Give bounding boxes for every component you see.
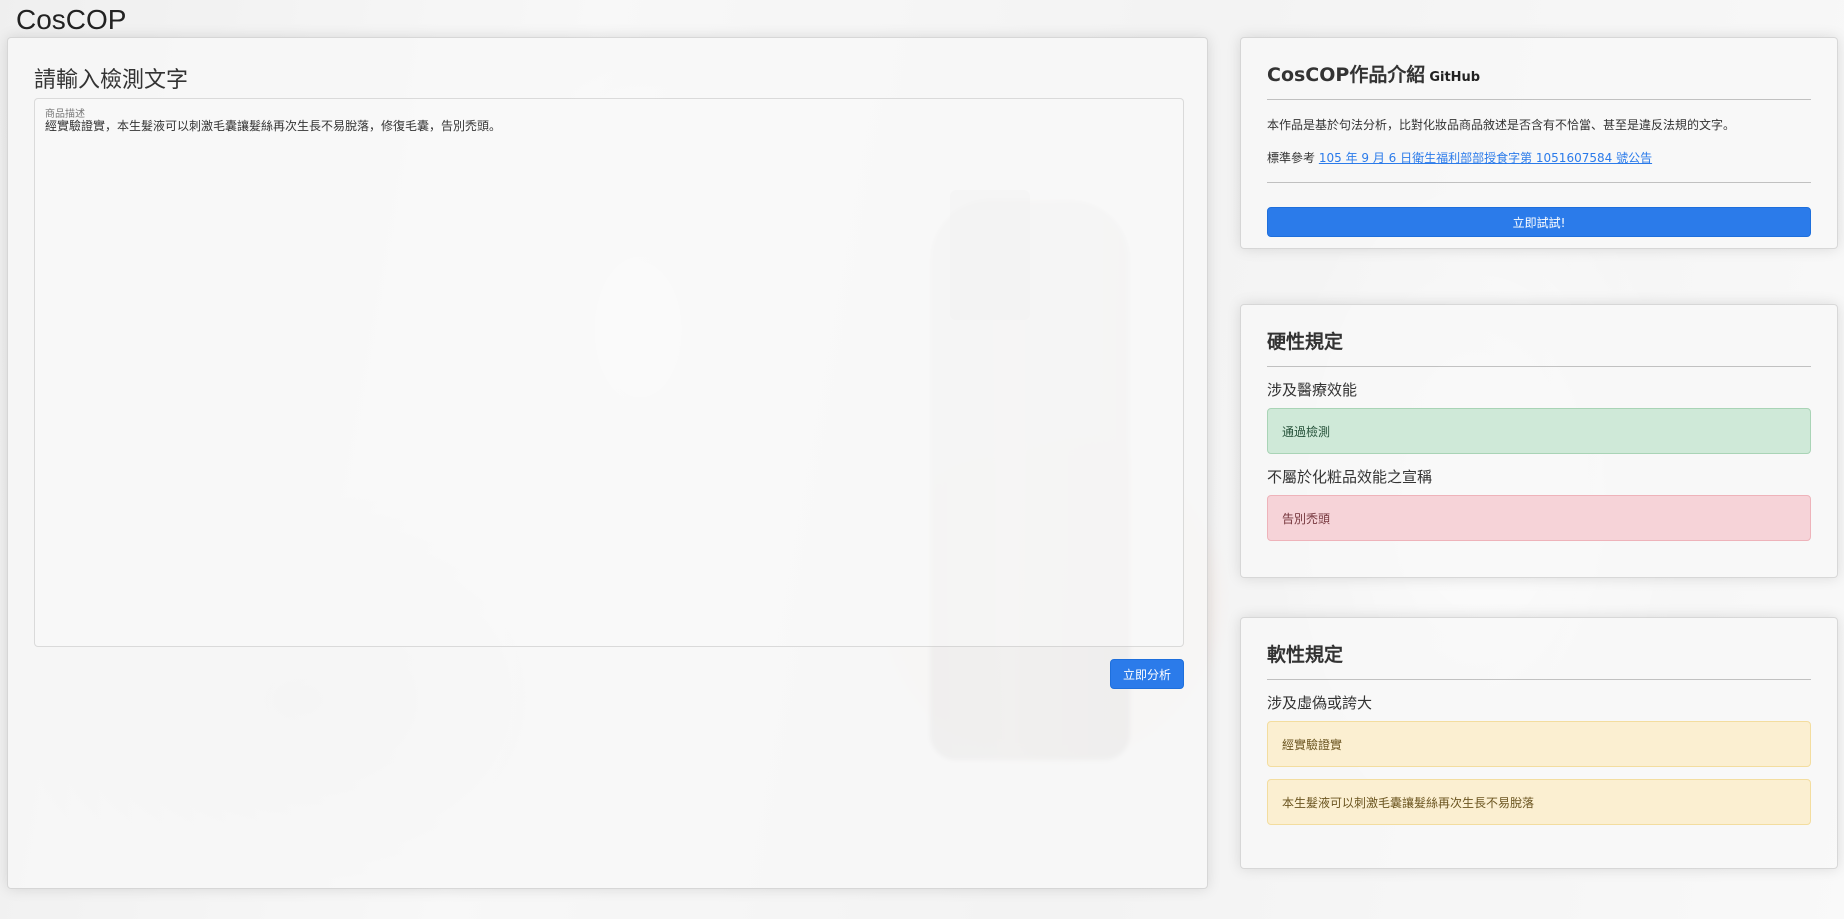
hard-rules-title: 硬性規定 [1267,331,1344,353]
soft-rules-card: 軟性規定 涉及虛偽或誇大 經實驗證實 本生髮液可以刺激毛囊讓髮絲再次生長不易脫落 [1240,617,1838,869]
app-title: CosCOP [16,4,127,35]
rule-group-label: 涉及醫療效能 [1267,381,1358,399]
rule-group-label: 涉及虛偽或誇大 [1267,694,1373,712]
description-textarea[interactable]: 經實驗證實，本生髮液可以刺激毛囊讓髮絲再次生長不易脫落，修復毛囊，告別禿頭。 [45,117,1173,636]
divider [1267,182,1811,183]
analyze-button[interactable]: 立即分析 [1110,659,1184,689]
intro-card: CosCOP作品介紹 GitHub 本作品是基於句法分析，比對化妝品商品敘述是否含… [1240,37,1838,249]
divider [1267,679,1811,680]
result-alert-violation: 告別禿頭 [1267,495,1811,541]
reference-line: 標準參考 105 年 9 月 6 日衛生福利部部授食字第 1051607584 … [1267,149,1811,166]
divider [1267,366,1811,367]
github-link[interactable]: GitHub [1429,70,1480,85]
reference-prefix: 標準參考 [1267,151,1316,165]
description-field[interactable]: 商品描述 經實驗證實，本生髮液可以刺激毛囊讓髮絲再次生長不易脫落，修復毛囊，告別… [34,98,1184,647]
try-now-button[interactable]: 立即試試! [1267,207,1811,237]
input-heading: 請輸入檢測文字 [34,68,189,93]
intro-title: CosCOP作品介紹 [1267,64,1426,86]
result-alert-warning: 本生髮液可以刺激毛囊讓髮絲再次生長不易脫落 [1267,779,1811,825]
hard-rules-card: 硬性規定 涉及醫療效能 通過檢測 不屬於化粧品效能之宣稱 告別禿頭 [1240,304,1838,578]
reference-link[interactable]: 105 年 9 月 6 日衛生福利部部授食字第 1051607584 號公告 [1319,151,1652,165]
result-alert-warning: 經實驗證實 [1267,721,1811,767]
intro-description: 本作品是基於句法分析，比對化妝品商品敘述是否含有不恰當、甚至是違反法規的文字。 [1267,118,1736,132]
intro-heading: CosCOP作品介紹 GitHub [1267,60,1811,87]
divider [1267,99,1811,100]
rule-group-label: 不屬於化粧品效能之宣稱 [1267,468,1433,486]
soft-rules-title: 軟性規定 [1267,644,1344,666]
input-card: 請輸入檢測文字 商品描述 經實驗證實，本生髮液可以刺激毛囊讓髮絲再次生長不易脫落… [7,37,1208,889]
result-alert-pass: 通過檢測 [1267,408,1811,454]
